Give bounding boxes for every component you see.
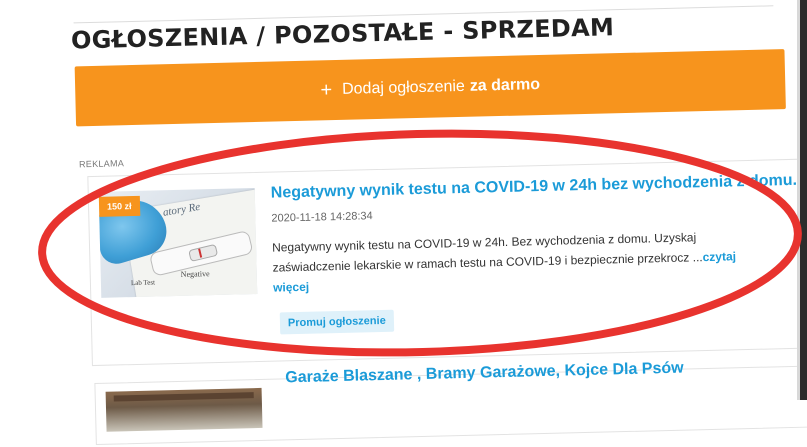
listing-description-text: Negatywny wynik testu na COVID-19 w 24h.… <box>271 230 703 275</box>
window-edge-dark <box>800 0 807 400</box>
listing-title-link[interactable]: Negatywny wynik testu na COVID-19 w 24h … <box>271 172 798 203</box>
add-listing-button[interactable]: + Dodaj ogłoszenie za darmo <box>74 49 786 127</box>
thumb-label-a: Lab Test <box>130 278 156 288</box>
thumb-label-b: Negative <box>180 269 210 279</box>
thumb-doc-heading: atory Re <box>162 200 202 219</box>
listing-thumbnail[interactable] <box>105 387 263 432</box>
plus-icon: + <box>320 78 333 101</box>
add-listing-label: Dodaj ogłoszenie <box>341 77 466 98</box>
section-label-ads: REKLAMA <box>78 158 125 170</box>
listing-title-link[interactable]: Garaże Blaszane , Bramy Garażowe, Kojce … <box>285 360 684 388</box>
add-listing-label-bold: za darmo <box>469 76 541 95</box>
listing-description: Negatywny wynik testu na COVID-19 w 24h.… <box>272 225 773 297</box>
price-badge: 150 zł <box>98 195 140 217</box>
cassette-window <box>188 243 219 262</box>
promote-listing-button[interactable]: Promuj ogłoszenie <box>279 309 395 335</box>
page-content: OGŁOSZENIA / POZOSTAŁE - SPRZEDAM + Doda… <box>0 0 807 445</box>
listing-date: 2020-11-18 14:28:34 <box>271 210 373 225</box>
listing-card: atory Re Lab Test Negative 150 zł Negaty… <box>87 158 806 367</box>
listing-card: Garaże Blaszane , Bramy Garażowe, Kojce … <box>94 360 807 445</box>
garage-roof-image <box>113 392 254 402</box>
